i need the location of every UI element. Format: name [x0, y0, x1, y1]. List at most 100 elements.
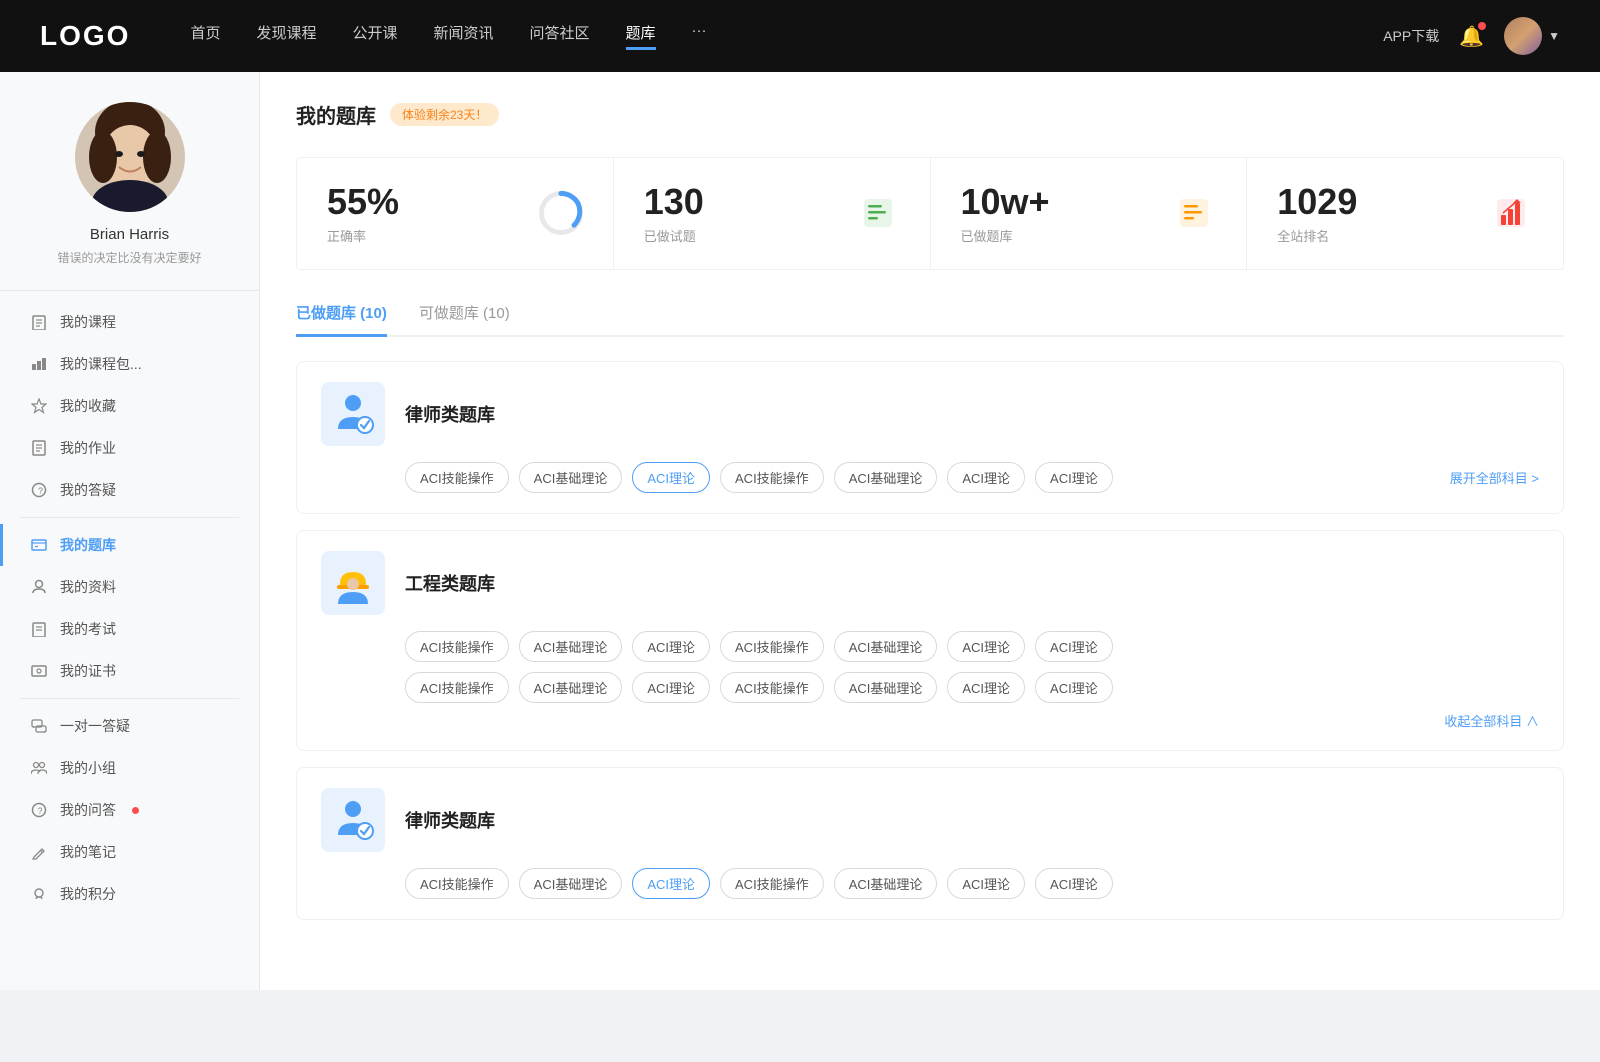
eng-tag-5[interactable]: ACI理论 — [947, 631, 1025, 662]
sidebar-item-my-answers[interactable]: ? 我的问答 — [0, 789, 259, 831]
stat-done-q-value: 130 — [644, 182, 838, 222]
my-courses-icon — [30, 313, 48, 331]
nav-qa[interactable]: 问答社区 — [530, 22, 590, 50]
eng-tag2-5[interactable]: ACI理论 — [947, 672, 1025, 703]
my-points-label: 我的积分 — [60, 884, 116, 904]
l2-tag-3[interactable]: ACI技能操作 — [720, 868, 824, 899]
sidebar-item-my-questions[interactable]: ? 我的答疑 — [0, 469, 259, 511]
stat-done-questions: 130 已做试题 — [614, 158, 931, 269]
sidebar-item-my-courses[interactable]: 我的课程 — [0, 301, 259, 343]
chart-red-icon — [1493, 195, 1529, 231]
tag-1[interactable]: ACI基础理论 — [519, 462, 623, 493]
tab-todo[interactable]: 可做题库 (10) — [419, 302, 510, 335]
eng-tag2-6[interactable]: ACI理论 — [1035, 672, 1113, 703]
stat-accuracy-info: 55% 正确率 — [327, 182, 521, 245]
sidebar-item-my-group[interactable]: 我的小组 — [0, 747, 259, 789]
list-green-icon — [860, 195, 896, 231]
nav-avatar-img — [1504, 17, 1542, 55]
nav-news[interactable]: 新闻资讯 — [434, 22, 494, 50]
l2-tag-0[interactable]: ACI技能操作 — [405, 868, 509, 899]
tab-done[interactable]: 已做题库 (10) — [296, 302, 387, 335]
stat-accuracy-label: 正确率 — [327, 226, 521, 245]
tag-6[interactable]: ACI理论 — [1035, 462, 1113, 493]
sidebar-item-my-exam[interactable]: 我的考试 — [0, 608, 259, 650]
tabs-row: 已做题库 (10) 可做题库 (10) — [296, 302, 1564, 337]
tag-3[interactable]: ACI技能操作 — [720, 462, 824, 493]
sidebar-item-my-favorites[interactable]: 我的收藏 — [0, 385, 259, 427]
eng-tag2-2[interactable]: ACI理论 — [632, 672, 710, 703]
my-exam-icon — [30, 620, 48, 638]
profile-name: Brian Harris — [90, 226, 169, 243]
collapse-link-engineer-1[interactable]: 收起全部科目 ∧ — [321, 711, 1539, 730]
tag-5[interactable]: ACI理论 — [947, 462, 1025, 493]
stat-accuracy: 55% 正确率 — [297, 158, 614, 269]
l2-tag-2[interactable]: ACI理论 — [632, 868, 710, 899]
l2-tag-6[interactable]: ACI理论 — [1035, 868, 1113, 899]
sidebar-item-my-points[interactable]: 我的积分 — [0, 873, 259, 915]
nav-more[interactable]: ··· — [692, 22, 707, 50]
lawyer-icon-wrap — [321, 382, 385, 446]
one-on-one-icon — [30, 717, 48, 735]
stat-done-b-value: 10w+ — [961, 182, 1155, 222]
page-wrap: Brian Harris 错误的决定比没有决定要好 我的课程 我的课程包... — [0, 72, 1600, 990]
sidebar-item-my-bank[interactable]: 我的题库 — [0, 524, 259, 566]
eng-tag-3[interactable]: ACI技能操作 — [720, 631, 824, 662]
my-notes-label: 我的笔记 — [60, 842, 116, 862]
eng-tag2-1[interactable]: ACI基础理论 — [519, 672, 623, 703]
l2-tag-4[interactable]: ACI基础理论 — [834, 868, 938, 899]
sidebar-item-my-packages[interactable]: 我的课程包... — [0, 343, 259, 385]
l2-tag-5[interactable]: ACI理论 — [947, 868, 1025, 899]
my-favorites-label: 我的收藏 — [60, 396, 116, 416]
stat-done-b-info: 10w+ 已做题库 — [961, 182, 1155, 245]
my-group-icon — [30, 759, 48, 777]
my-answers-icon: ? — [30, 801, 48, 819]
nav-open-course[interactable]: 公开课 — [352, 22, 397, 50]
my-questions-icon: ? — [30, 481, 48, 499]
answers-notification-dot — [132, 807, 139, 814]
eng-tag-6[interactable]: ACI理论 — [1035, 631, 1113, 662]
bank-name-engineer-1: 工程类题库 — [405, 570, 495, 596]
tag-2[interactable]: ACI理论 — [632, 462, 710, 493]
l2-tag-1[interactable]: ACI基础理论 — [519, 868, 623, 899]
my-homework-icon — [30, 439, 48, 457]
lawyer2-icon-wrap — [321, 788, 385, 852]
eng-tag2-4[interactable]: ACI基础理论 — [834, 672, 938, 703]
user-avatar-wrap[interactable]: ▼ — [1504, 17, 1560, 55]
eng-tag-2[interactable]: ACI理论 — [632, 631, 710, 662]
sidebar-item-my-profile[interactable]: 我的资料 — [0, 566, 259, 608]
my-notes-icon — [30, 843, 48, 861]
nav-discover[interactable]: 发现课程 — [256, 22, 316, 50]
sidebar-item-one-on-one[interactable]: 一对一答疑 — [0, 705, 259, 747]
divider-2 — [20, 698, 239, 699]
my-packages-label: 我的课程包... — [60, 354, 142, 374]
notification-bell[interactable]: 🔔 — [1459, 24, 1484, 49]
my-questions-label: 我的答疑 — [60, 480, 116, 500]
my-homework-label: 我的作业 — [60, 438, 116, 458]
eng-tag-0[interactable]: ACI技能操作 — [405, 631, 509, 662]
svg-text:?: ? — [38, 486, 43, 496]
stat-site-rank: 1029 全站排名 — [1247, 158, 1563, 269]
stat-rank-label: 全站排名 — [1277, 226, 1471, 245]
sidebar-item-my-notes[interactable]: 我的笔记 — [0, 831, 259, 873]
eng-tag2-3[interactable]: ACI技能操作 — [720, 672, 824, 703]
eng-tag-4[interactable]: ACI基础理论 — [834, 631, 938, 662]
bank-card-lawyer-1: 律师类题库 ACI技能操作 ACI基础理论 ACI理论 ACI技能操作 ACI基… — [296, 361, 1564, 514]
stat-rank-value: 1029 — [1277, 182, 1471, 222]
app-download-button[interactable]: APP下载 — [1383, 26, 1439, 46]
engineer-icon-wrap — [321, 551, 385, 615]
divider-1 — [20, 517, 239, 518]
stats-row: 55% 正确率 130 已做试题 — [296, 157, 1564, 270]
sidebar-item-my-cert[interactable]: 我的证书 — [0, 650, 259, 692]
eng-tag-1[interactable]: ACI基础理论 — [519, 631, 623, 662]
stat-rank-icon — [1489, 191, 1533, 235]
tag-0[interactable]: ACI技能操作 — [405, 462, 509, 493]
bank-card-engineer-1-header: 工程类题库 — [321, 551, 1539, 615]
expand-link-lawyer-1[interactable]: 展开全部科目 > — [1450, 468, 1539, 487]
navbar: LOGO 首页 发现课程 公开课 新闻资讯 问答社区 题库 ··· APP下载 … — [0, 0, 1600, 72]
sidebar-item-my-homework[interactable]: 我的作业 — [0, 427, 259, 469]
nav-avatar — [1504, 17, 1542, 55]
nav-home[interactable]: 首页 — [190, 22, 220, 50]
nav-bank[interactable]: 题库 — [626, 22, 656, 50]
eng-tag2-0[interactable]: ACI技能操作 — [405, 672, 509, 703]
tag-4[interactable]: ACI基础理论 — [834, 462, 938, 493]
